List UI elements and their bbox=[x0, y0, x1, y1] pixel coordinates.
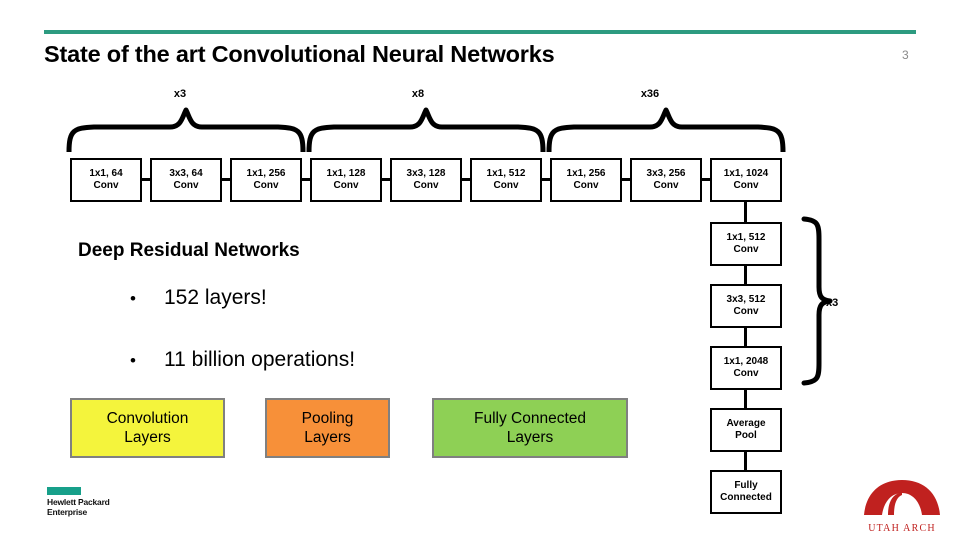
bullet-text-2: 11 billion operations! bbox=[164, 348, 356, 371]
conv-box-11-line2: Conv bbox=[733, 306, 759, 317]
conv-box-2-line2: Conv bbox=[173, 180, 199, 191]
conv-box-4-line1: 1x1, 128 bbox=[326, 168, 366, 180]
connector-1-2 bbox=[142, 178, 150, 181]
hpe-logo: Hewlett Packard Enterprise bbox=[47, 487, 110, 518]
conv-box-12[interactable]: 1x1, 2048 Conv bbox=[710, 346, 782, 390]
legend-pooling-layers[interactable]: Pooling Layers bbox=[265, 398, 390, 458]
conv-box-9-line2: Conv bbox=[733, 180, 759, 191]
conv-box-11[interactable]: 3x3, 512 Conv bbox=[710, 284, 782, 328]
conv-box-8-line1: 3x3, 256 bbox=[646, 168, 686, 180]
connector-5-6 bbox=[462, 178, 470, 181]
conv-box-10-line2: Conv bbox=[733, 244, 759, 255]
bullet-text-1: 152 layers! bbox=[164, 286, 267, 309]
legend-convolution-line2: Layers bbox=[124, 429, 171, 446]
brace-group-3 bbox=[546, 107, 786, 152]
conv-box-5[interactable]: 3x3, 128 Conv bbox=[390, 158, 462, 202]
utah-arch-icon bbox=[864, 480, 940, 515]
connector-10-11 bbox=[744, 266, 747, 284]
conv-box-12-line1: 1x1, 2048 bbox=[723, 356, 769, 368]
page-number: 3 bbox=[902, 48, 909, 62]
conv-box-5-line2: Conv bbox=[413, 180, 439, 191]
connector-8-9 bbox=[702, 178, 710, 181]
fc-box-line2: Connected bbox=[720, 492, 772, 503]
multiplier-label-group-3: x36 bbox=[640, 88, 660, 100]
page-title: State of the art Convolutional Neural Ne… bbox=[44, 41, 555, 67]
legend-convolution-layers[interactable]: Convolution Layers bbox=[70, 398, 225, 458]
hpe-logo-text: Hewlett Packard Enterprise bbox=[47, 497, 110, 518]
legend-fc-line1: Fully Connected bbox=[473, 409, 586, 427]
conv-box-6[interactable]: 1x1, 512 Conv bbox=[470, 158, 542, 202]
bullet-marker-2: • bbox=[130, 351, 136, 370]
conv-box-10-line1: 1x1, 512 bbox=[726, 232, 766, 244]
conv-box-9-line1: 1x1, 1024 bbox=[723, 168, 769, 180]
connector-2-3 bbox=[222, 178, 230, 181]
conv-box-8[interactable]: 3x3, 256 Conv bbox=[630, 158, 702, 202]
conv-box-7-line1: 1x1, 256 bbox=[566, 168, 606, 180]
connector-13-14 bbox=[744, 452, 747, 470]
utah-arch-logo: UTAH ARCH bbox=[862, 477, 942, 534]
legend-fully-connected-layers[interactable]: Fully Connected Layers bbox=[432, 398, 628, 458]
conv-box-10[interactable]: 1x1, 512 Conv bbox=[710, 222, 782, 266]
legend-convolution-line1: Convolution bbox=[106, 409, 189, 427]
conv-box-3[interactable]: 1x1, 256 Conv bbox=[230, 158, 302, 202]
conv-box-6-line1: 1x1, 512 bbox=[486, 168, 526, 180]
conv-box-4-line2: Conv bbox=[333, 180, 359, 191]
conv-box-5-line1: 3x3, 128 bbox=[406, 168, 446, 180]
fc-box-fully-connected[interactable]: Fully Connected bbox=[710, 470, 782, 514]
brace-group-4 bbox=[801, 216, 833, 386]
pool-box-line2: Pool bbox=[735, 430, 757, 441]
multiplier-label-group-2: x8 bbox=[411, 88, 425, 100]
legend-fc-line2: Layers bbox=[506, 429, 554, 446]
conv-box-8-line2: Conv bbox=[653, 180, 679, 191]
conv-box-9[interactable]: 1x1, 1024 Conv bbox=[710, 158, 782, 202]
conv-box-2-line1: 3x3, 64 bbox=[169, 168, 203, 180]
bullet-marker-1: • bbox=[130, 289, 136, 308]
conv-box-3-line1: 1x1, 256 bbox=[246, 168, 286, 180]
pool-box-average[interactable]: Average Pool bbox=[710, 408, 782, 452]
conv-box-7[interactable]: 1x1, 256 Conv bbox=[550, 158, 622, 202]
connector-11-12 bbox=[744, 328, 747, 346]
brace-group-1 bbox=[66, 107, 306, 152]
bullet-item-1: • 152 layers! bbox=[130, 286, 267, 310]
connector-9-10 bbox=[744, 202, 747, 222]
conv-box-4[interactable]: 1x1, 128 Conv bbox=[310, 158, 382, 202]
conv-box-1[interactable]: 1x1, 64 Conv bbox=[70, 158, 142, 202]
hpe-logo-line2: Enterprise bbox=[47, 506, 88, 517]
conv-box-3-line2: Conv bbox=[253, 180, 279, 191]
header-accent-rule bbox=[44, 30, 916, 34]
connector-3-4 bbox=[302, 178, 310, 181]
brace-group-2 bbox=[306, 107, 546, 152]
connector-12-13 bbox=[744, 390, 747, 408]
connector-6-7 bbox=[542, 178, 550, 181]
utah-arch-label: UTAH ARCH bbox=[868, 523, 936, 534]
pool-box-line1: Average bbox=[726, 418, 766, 430]
hpe-dash-icon bbox=[47, 487, 81, 495]
conv-box-1-line1: 1x1, 64 bbox=[89, 168, 123, 180]
multiplier-label-group-1: x3 bbox=[173, 88, 187, 100]
conv-box-12-line2: Conv bbox=[733, 368, 759, 379]
legend-pooling-line1: Pooling bbox=[301, 409, 354, 427]
conv-box-6-line2: Conv bbox=[493, 180, 519, 191]
conv-box-2[interactable]: 3x3, 64 Conv bbox=[150, 158, 222, 202]
bullet-item-2: • 11 billion operations! bbox=[130, 348, 355, 372]
conv-box-1-line2: Conv bbox=[93, 180, 119, 191]
slide-canvas: State of the art Convolutional Neural Ne… bbox=[0, 0, 960, 540]
conv-box-7-line2: Conv bbox=[573, 180, 599, 191]
legend-pooling-line2: Layers bbox=[304, 429, 351, 446]
conv-box-11-line1: 3x3, 512 bbox=[726, 294, 766, 306]
connector-7-8 bbox=[622, 178, 630, 181]
fc-box-line1: Fully bbox=[734, 480, 758, 492]
section-heading: Deep Residual Networks bbox=[78, 240, 300, 261]
connector-4-5 bbox=[382, 178, 390, 181]
